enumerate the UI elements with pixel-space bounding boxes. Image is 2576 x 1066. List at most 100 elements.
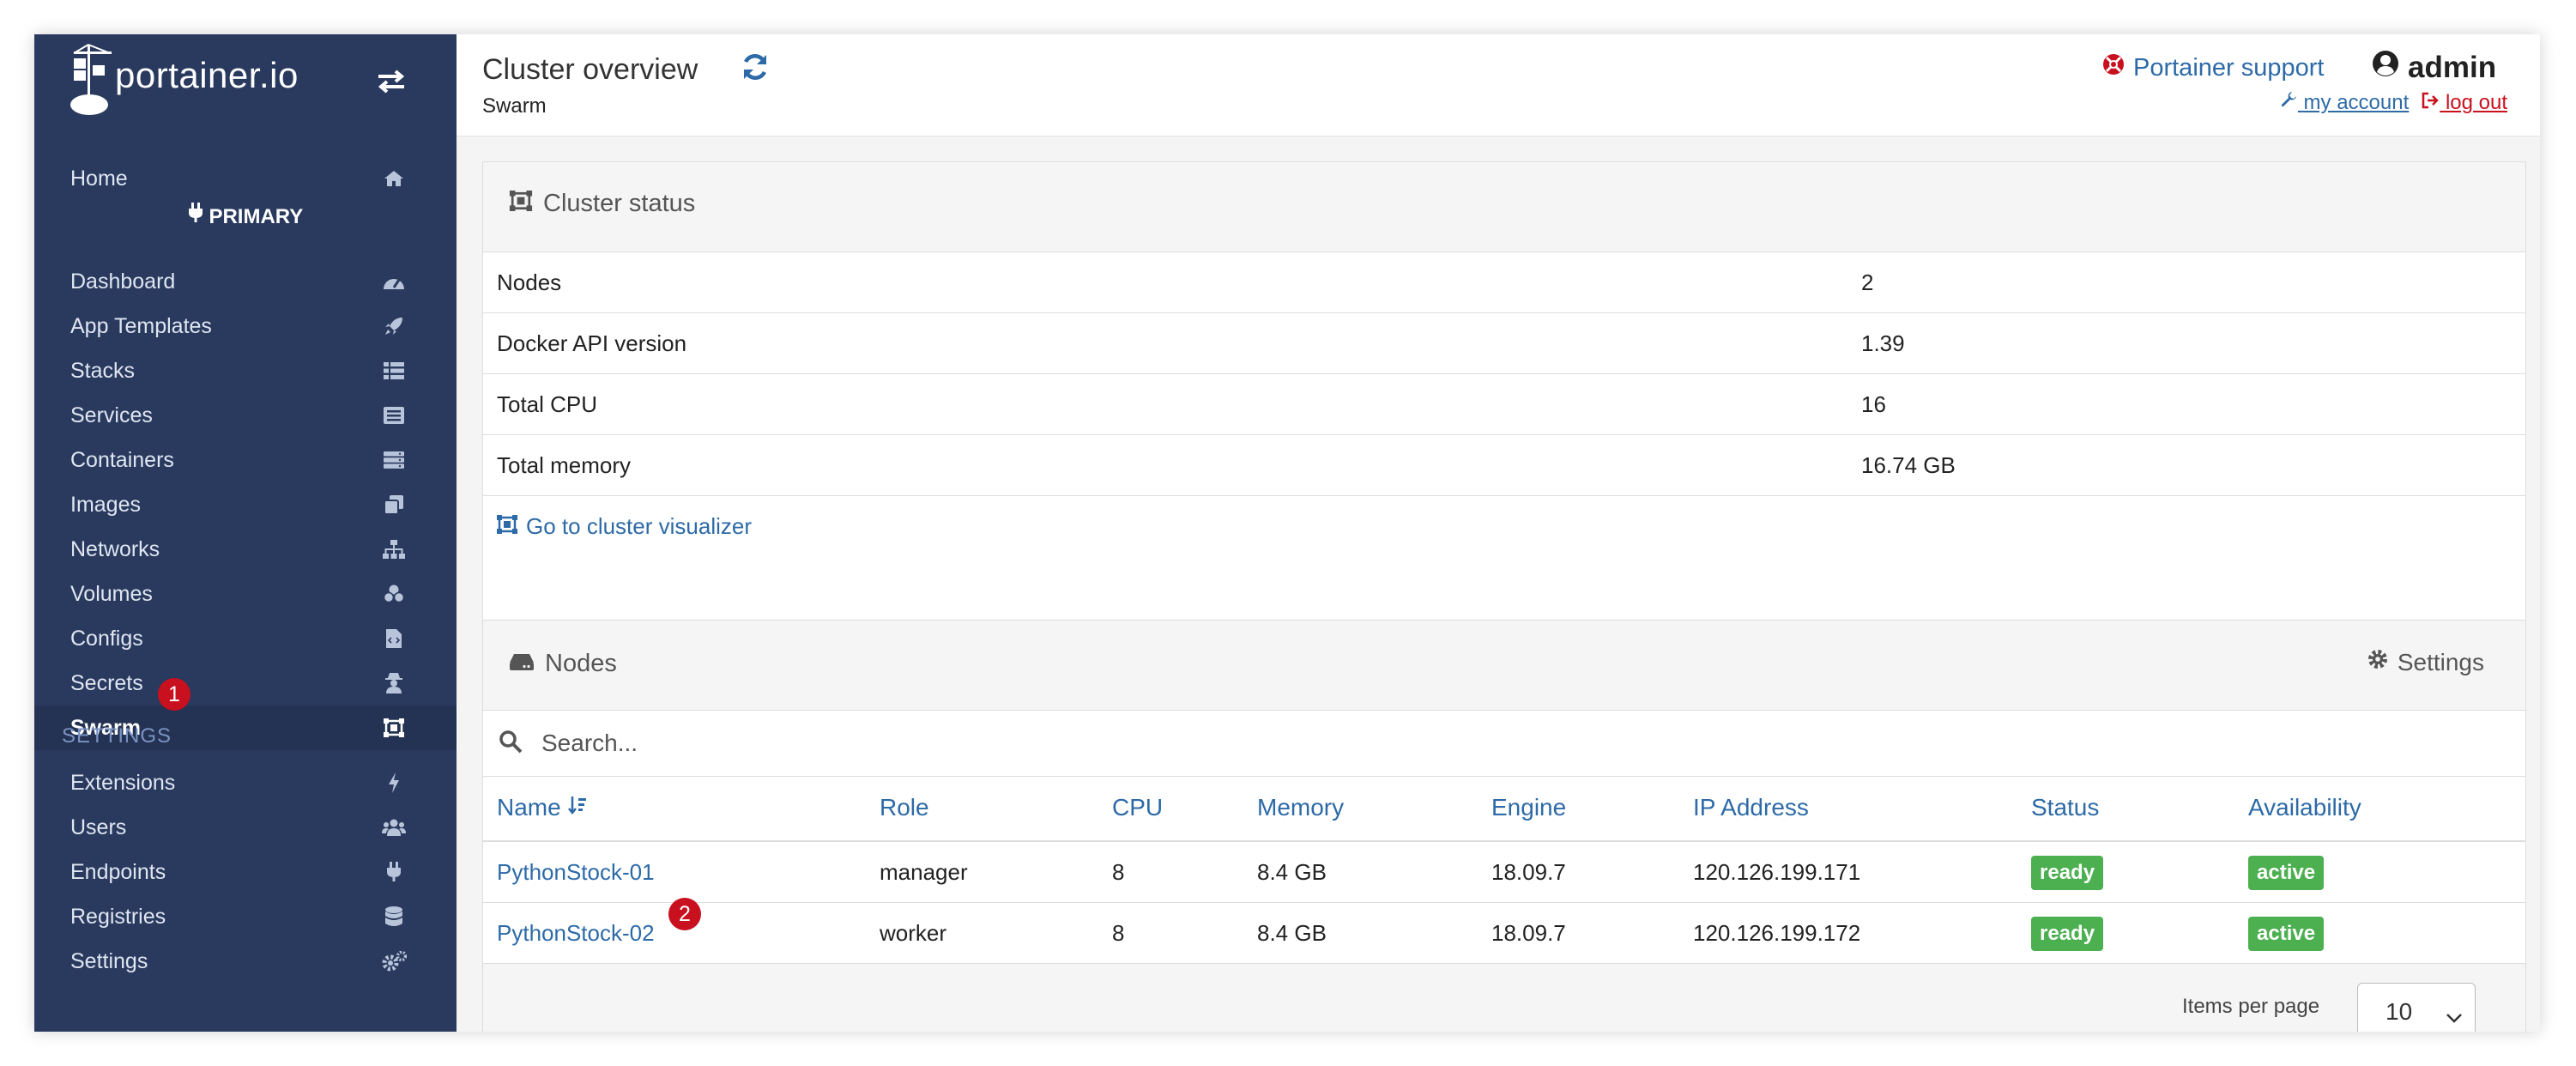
sidebar-item-volumes[interactable]: Volumes [34,572,457,616]
hdd-icon [509,650,535,678]
cogs-icon [381,948,407,974]
clone-icon [381,492,407,518]
sidebar-item-containers[interactable]: Containers [34,438,457,482]
users-icon [381,815,407,840]
column-header-status[interactable]: Status [2031,794,2099,821]
sidebar-toggle-icon[interactable] [375,69,408,99]
account-links: my account log out [2281,91,2507,115]
search-icon [499,730,523,758]
sidebar-item-label: Secrets [70,670,143,695]
node-ip: 120.126.199.172 [1693,920,1861,946]
logo-text: portainer.io [115,55,299,95]
items-per-page-label: Items per page [2182,995,2320,1018]
username: admin [2408,50,2497,84]
cluster-visualizer-link[interactable]: Go to cluster visualizer [497,513,752,540]
panel-heading: Nodes Settings [483,621,2525,711]
status-key: Total memory [497,452,632,478]
sidebar-item-configs[interactable]: Configs [34,616,457,661]
node-engine: 18.09.7 [1491,859,1566,885]
items-per-page-select[interactable]: 10 [2357,983,2476,1032]
cluster-status-panel: Cluster status Nodes 2 Docker API versio… [482,161,2526,627]
page-header: Cluster overview Swarm Portainer support… [457,34,2540,136]
sidebar-item-networks[interactable]: Networks [34,527,457,572]
status-key: Total CPU [497,391,598,417]
log-out-link[interactable]: log out [2421,91,2507,115]
node-role: worker [880,920,947,946]
annotation-badge-2: 2 [668,898,701,930]
status-badge: ready [2031,856,2104,890]
node-engine: 18.09.7 [1491,920,1566,946]
sidebar-item-settings[interactable]: Settings [34,939,457,984]
search-input[interactable] [540,723,2431,764]
sidebar-item-label: Containers [70,447,174,472]
sidebar-item-label: Stacks [70,358,136,383]
sidebar-item-services[interactable]: Services [34,393,457,438]
plug-icon [188,203,209,228]
status-row-total-memory: Total memory 16.74 GB [483,435,2525,496]
user-secret-icon [381,670,407,696]
sidebar-item-label: Extensions [70,770,176,795]
status-row-total-cpu: Total CPU 16 [483,374,2525,435]
cluster-status-title: Cluster status [543,190,696,217]
sidebar-item-secrets[interactable]: Secrets [34,661,457,706]
sidebar-item-label: Registries [70,904,166,929]
node-cpu: 8 [1112,920,1125,946]
sidebar-item-dashboard[interactable]: Dashboard [34,259,457,304]
my-account-label: my account [2303,91,2410,114]
file-code-icon [381,626,407,651]
status-value: 16 [1861,391,1886,417]
sidebar: portainer.io Home PRIMARY Dashboard App … [34,34,457,1032]
column-header-availability[interactable]: Availability [2248,794,2361,821]
sort-icon [567,794,588,821]
column-header-engine[interactable]: Engine [1491,794,1566,821]
column-header-ip-address[interactable]: IP Address [1693,794,1809,821]
plug-icon [381,859,407,885]
list-alt-icon [381,403,407,428]
sidebar-item-label: Settings [70,948,148,973]
breadcrumb: Swarm [482,94,547,118]
sidebar-item-extensions[interactable]: Extensions [34,760,457,805]
search-bar [483,711,2525,777]
sidebar-item-label: Configs [70,626,143,651]
column-header-name[interactable]: Name [497,794,588,821]
node-role: manager [880,859,968,885]
rocket-icon [381,313,407,339]
column-header-label: Name [497,794,561,821]
status-value: 16.74 GB [1861,452,1956,478]
status-row-docker-api: Docker API version 1.39 [483,313,2525,374]
my-account-link[interactable]: my account [2281,91,2409,115]
node-name-link[interactable]: PythonStock-01 [497,859,655,886]
sidebar-item-home[interactable]: Home [34,156,457,201]
gear-icon [2367,648,2389,676]
nodes-title: Nodes [545,650,617,677]
annotation-badge-1: 1 [158,678,190,711]
status-key: Docker API version [497,330,687,356]
sidebar-item-label: Images [70,492,141,517]
portainer-support-link[interactable]: Portainer support [2102,53,2324,82]
items-per-page-value: 10 [2386,998,2413,1025]
object-group-icon [381,715,407,741]
table-row: PythonStock-01 manager 8 8.4 GB 18.09.7 … [483,842,2525,903]
sidebar-item-users[interactable]: Users [34,805,457,850]
sidebar-item-stacks[interactable]: Stacks [34,348,457,393]
panel-heading: Cluster status [483,162,2525,252]
refresh-icon[interactable] [740,51,771,87]
table-header: Name Role CPU Memory Engine IP Address S… [483,777,2525,842]
environment-name: PRIMARY [209,205,304,228]
column-header-role[interactable]: Role [880,794,929,821]
sidebar-item-label: Endpoints [70,859,166,884]
sidebar-item-images[interactable]: Images [34,482,457,527]
cubes-icon [381,581,407,607]
sidebar-item-endpoints[interactable]: Endpoints [34,850,457,894]
table-settings-label: Settings [2397,648,2484,675]
node-ip: 120.126.199.171 [1693,859,1861,885]
table-settings-button[interactable]: Settings [2367,648,2484,676]
status-value: 2 [1861,270,1874,295]
column-header-cpu[interactable]: CPU [1112,794,1163,821]
sidebar-item-app-templates[interactable]: App Templates [34,304,457,348]
node-name-link[interactable]: PythonStock-02 [497,920,655,947]
sidebar-item-registries[interactable]: Registries [34,894,457,939]
column-header-memory[interactable]: Memory [1257,794,1344,821]
status-value: 1.39 [1861,330,1905,356]
settings-section-heading: SETTINGS [62,724,172,748]
